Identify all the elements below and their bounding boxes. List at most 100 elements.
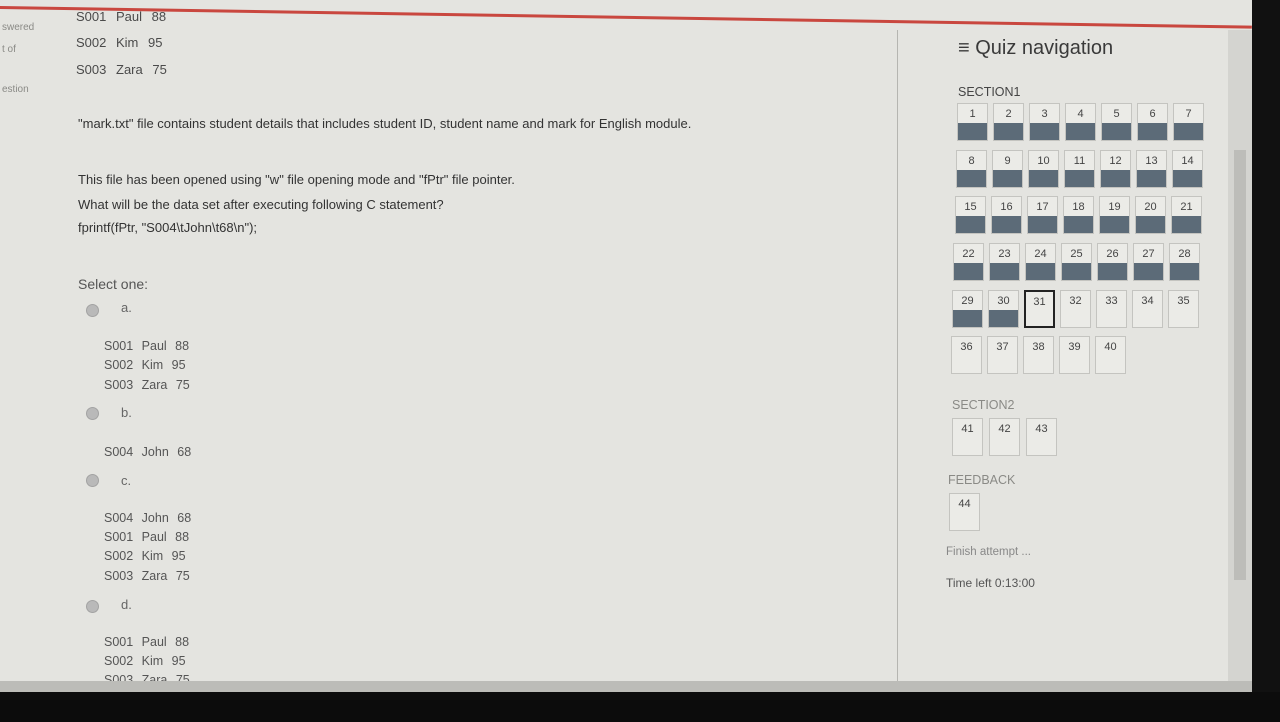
- question-number: 10: [1037, 155, 1050, 167]
- question-nav-button-11[interactable]: 11: [1064, 150, 1095, 188]
- question-nav-button-14[interactable]: 14: [1172, 150, 1203, 188]
- question-number: 38: [1032, 341, 1045, 353]
- answered-indicator: [1101, 170, 1130, 187]
- monitor-bezel-right: [1252, 0, 1280, 722]
- question-nav-button-38[interactable]: 38: [1023, 336, 1054, 374]
- question-nav-button-22[interactable]: 22: [953, 243, 984, 281]
- question-nav-button-35[interactable]: 35: [1168, 290, 1199, 328]
- question-nav-button-43[interactable]: 43: [1026, 418, 1057, 456]
- question-nav-button-17[interactable]: 17: [1027, 196, 1058, 234]
- question-nav-button-5[interactable]: 5: [1101, 103, 1132, 141]
- answered-indicator: [1062, 263, 1091, 280]
- option-a-radio[interactable]: [86, 304, 99, 317]
- question-nav-button-36[interactable]: 36: [951, 336, 982, 374]
- question-nav-button-3[interactable]: 3: [1029, 103, 1060, 141]
- question-nav-button-2[interactable]: 2: [993, 103, 1024, 141]
- option-b-radio[interactable]: [86, 407, 99, 420]
- question-nav-button-24[interactable]: 24: [1025, 243, 1056, 281]
- preview-mark: 75: [152, 62, 167, 77]
- question-nav-button-34[interactable]: 34: [1132, 290, 1163, 328]
- answered-indicator: [1173, 170, 1202, 187]
- hamburger-icon[interactable]: ≡: [958, 37, 970, 59]
- question-nav-button-40[interactable]: 40: [1095, 336, 1126, 374]
- question-nav-button-39[interactable]: 39: [1059, 336, 1090, 374]
- question-nav-button-29[interactable]: 29: [952, 290, 983, 328]
- answered-indicator: [1170, 263, 1199, 280]
- answered-indicator: [1100, 216, 1129, 233]
- answered-indicator: [1098, 263, 1127, 280]
- question-number: 17: [1036, 201, 1049, 213]
- option-a-letter[interactable]: a.: [121, 300, 132, 315]
- question-nav-button-25[interactable]: 25: [1061, 243, 1092, 281]
- select-one-label: Select one:: [78, 276, 149, 292]
- option-d-letter[interactable]: d.: [121, 597, 132, 612]
- question-nav-button-28[interactable]: 28: [1169, 243, 1200, 281]
- question-number: 4: [1077, 108, 1084, 120]
- question-number: 29: [961, 295, 974, 307]
- question-number: 20: [1144, 201, 1157, 213]
- question-number: 19: [1108, 201, 1121, 213]
- question-nav-button-10[interactable]: 10: [1028, 150, 1059, 188]
- question-number: 34: [1141, 295, 1154, 307]
- option-b-letter[interactable]: b.: [121, 405, 132, 420]
- question-nav-button-41[interactable]: 41: [952, 418, 983, 456]
- answered-indicator: [994, 123, 1023, 140]
- question-nav-button-15[interactable]: 15: [955, 196, 986, 234]
- question-nav-button-37[interactable]: 37: [987, 336, 1018, 374]
- preview-name: Zara: [116, 62, 143, 77]
- question-text-line-2: This file has been opened using "w" file…: [78, 172, 515, 187]
- scrollbar-thumb[interactable]: [1234, 150, 1246, 580]
- question-number: 11: [1073, 155, 1086, 167]
- answered-indicator: [1028, 216, 1057, 233]
- question-nav-button-13[interactable]: 13: [1136, 150, 1167, 188]
- time-left: Time left 0:13:00: [946, 576, 1035, 590]
- question-nav-button-7[interactable]: 7: [1173, 103, 1204, 141]
- question-nav-button-32[interactable]: 32: [1060, 290, 1091, 328]
- option-c-letter[interactable]: c.: [121, 473, 131, 488]
- question-nav-button-8[interactable]: 8: [956, 150, 987, 188]
- question-nav-button-42[interactable]: 42: [989, 418, 1020, 456]
- question-number: 36: [960, 341, 973, 353]
- question-nav-button-18[interactable]: 18: [1063, 196, 1094, 234]
- question-nav-button-9[interactable]: 9: [992, 150, 1023, 188]
- answered-indicator: [993, 170, 1022, 187]
- question-nav-button-12[interactable]: 12: [1100, 150, 1131, 188]
- question-nav-button-30[interactable]: 30: [988, 290, 1019, 328]
- preview-mark: 95: [148, 35, 163, 50]
- option-a-line: S002 Kim 95: [104, 358, 186, 372]
- question-nav-button-20[interactable]: 20: [1135, 196, 1166, 234]
- bottom-scroll-strip: [0, 681, 1252, 692]
- question-nav-button-23[interactable]: 23: [989, 243, 1020, 281]
- preview-line-2: S002 Kim 95: [76, 35, 162, 50]
- question-number: 43: [1035, 423, 1048, 435]
- question-nav-button-19[interactable]: 19: [1099, 196, 1130, 234]
- question-nav-button-21[interactable]: 21: [1171, 196, 1202, 234]
- question-text-line-3: What will be the data set after executin…: [78, 197, 444, 212]
- answered-indicator: [958, 123, 987, 140]
- preview-id: S001: [76, 9, 107, 24]
- quiz-navigation-label: Quiz navigation: [975, 37, 1114, 59]
- column-divider: [897, 30, 898, 681]
- quiz-navigation-title: ≡ Quiz navigation: [958, 37, 1113, 60]
- question-nav-button-4[interactable]: 4: [1065, 103, 1096, 141]
- answered-indicator: [1030, 123, 1059, 140]
- answered-indicator: [1029, 170, 1058, 187]
- question-number: 25: [1070, 248, 1083, 260]
- option-d-radio[interactable]: [86, 600, 99, 613]
- question-nav-button-27[interactable]: 27: [1133, 243, 1164, 281]
- answered-indicator: [1065, 170, 1094, 187]
- question-nav-button-31[interactable]: 31: [1024, 290, 1055, 328]
- question-number: 9: [1004, 155, 1011, 167]
- option-d-line: S002 Kim 95: [104, 654, 186, 668]
- question-nav-button-1[interactable]: 1: [957, 103, 988, 141]
- question-nav-button-6[interactable]: 6: [1137, 103, 1168, 141]
- option-c-radio[interactable]: [86, 474, 99, 487]
- question-nav-button-26[interactable]: 26: [1097, 243, 1128, 281]
- finish-attempt-link[interactable]: Finish attempt ...: [946, 546, 1031, 558]
- option-c-line: S001 Paul 88: [104, 530, 190, 544]
- question-nav-button-16[interactable]: 16: [991, 196, 1022, 234]
- question-nav-button-44[interactable]: 44: [949, 493, 980, 531]
- option-c-line: S002 Kim 95: [104, 549, 186, 563]
- question-number: 40: [1104, 341, 1117, 353]
- question-nav-button-33[interactable]: 33: [1096, 290, 1127, 328]
